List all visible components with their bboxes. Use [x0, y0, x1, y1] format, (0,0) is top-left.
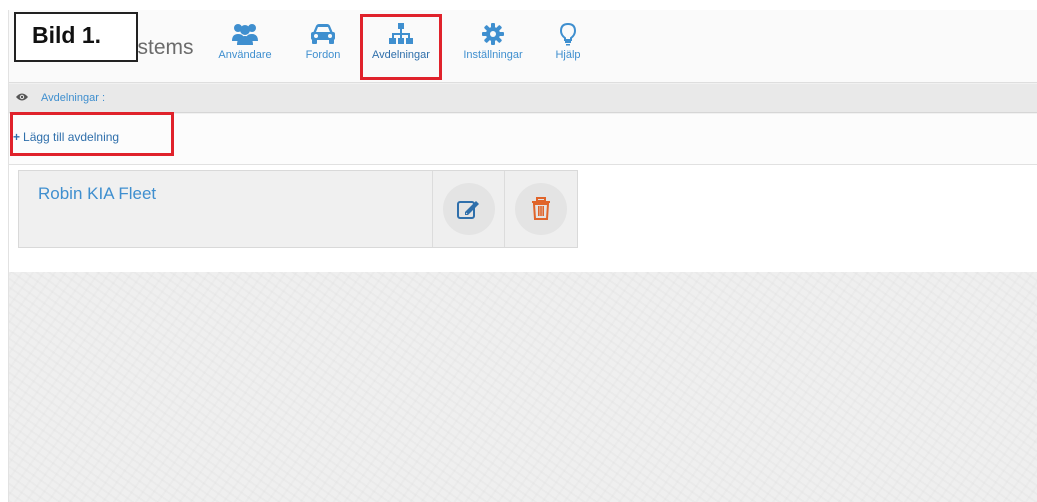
users-icon	[232, 24, 258, 45]
nav-help[interactable]: Hjälp	[548, 22, 588, 78]
department-name: Robin KIA Fleet	[38, 184, 157, 203]
department-list: Robin KIA Fleet	[9, 165, 1037, 273]
gear-icon	[482, 23, 504, 45]
department-toolbar: + Lägg till avdelning	[9, 112, 1037, 165]
department-card: Robin KIA Fleet	[18, 170, 578, 248]
nav-users[interactable]: Användare	[214, 22, 276, 78]
nav-help-label: Hjälp	[555, 49, 581, 61]
nav-settings[interactable]: Inställningar	[455, 22, 531, 78]
breadcrumb: Avdelningar :	[9, 84, 1037, 113]
delete-department-button[interactable]	[515, 183, 567, 235]
top-navigation-bar: ystems Användare Fordon Avdelningar Inst…	[9, 10, 1037, 83]
trash-icon	[532, 197, 550, 220]
edit-icon	[457, 201, 479, 219]
nav-vehicles[interactable]: Fordon	[299, 22, 347, 78]
page-background	[9, 272, 1037, 502]
breadcrumb-label[interactable]: Avdelningar :	[41, 92, 105, 104]
edit-department-button[interactable]	[443, 183, 495, 235]
nav-vehicles-label: Fordon	[305, 49, 341, 61]
add-link-highlight	[10, 112, 174, 156]
nav-settings-label: Inställningar	[463, 49, 523, 61]
lightbulb-icon	[559, 22, 577, 46]
figure-label: Bild 1.	[14, 12, 138, 62]
car-icon	[311, 24, 335, 44]
edit-cell	[432, 171, 505, 247]
active-nav-highlight	[360, 14, 442, 80]
nav-users-label: Användare	[218, 49, 272, 61]
delete-cell	[504, 171, 577, 247]
app-frame: ystems Användare Fordon Avdelningar Inst…	[8, 10, 1037, 502]
eye-icon[interactable]	[15, 92, 29, 102]
